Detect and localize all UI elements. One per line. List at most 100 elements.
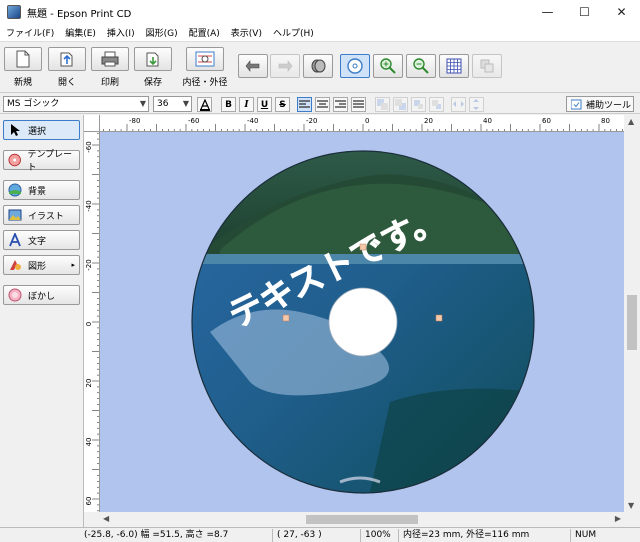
grid-button[interactable] xyxy=(439,54,469,78)
diameter-label: 内径・外径 xyxy=(182,78,228,88)
align-justify-icon xyxy=(353,100,364,108)
align-center-button[interactable] xyxy=(315,97,330,112)
zoom-in-button[interactable] xyxy=(373,54,403,78)
flip-horizontal-button[interactable] xyxy=(451,97,466,112)
ruler-tick-label: -60 xyxy=(188,117,199,125)
font-name-select[interactable]: MS ゴシック ▼ xyxy=(3,96,149,112)
scroll-left-icon[interactable]: ◀ xyxy=(103,514,109,523)
horizontal-scroll-thumb[interactable] xyxy=(306,515,418,524)
disc-view-button[interactable] xyxy=(340,54,370,78)
open-button[interactable] xyxy=(48,47,86,71)
ruler-tick-label: 60 xyxy=(85,497,93,506)
backward-button[interactable] xyxy=(429,97,444,112)
text-color-button[interactable] xyxy=(197,97,212,112)
template-icon xyxy=(8,153,21,167)
scroll-up-icon[interactable]: ▲ xyxy=(628,117,634,126)
ruler-tick-label: 20 xyxy=(424,117,433,125)
undo-arrow-icon xyxy=(245,60,260,72)
font-name-value: MS ゴシック xyxy=(7,99,60,109)
ruler-tick-label: -20 xyxy=(85,259,93,270)
italic-button[interactable]: I xyxy=(239,97,254,112)
template-tool-button[interactable]: テンプレート xyxy=(3,150,80,173)
underline-button[interactable]: U xyxy=(257,97,272,112)
text-tool-button[interactable]: 文字 xyxy=(3,230,80,250)
flip-vertical-icon xyxy=(473,99,479,110)
backward-icon xyxy=(432,100,441,109)
save-label: 保存 xyxy=(143,78,162,88)
flip-horizontal-icon xyxy=(453,101,464,107)
shape-tool-label: 図形 xyxy=(28,261,47,272)
align-right-button[interactable] xyxy=(333,97,348,112)
align-right-icon xyxy=(335,100,346,108)
horizontal-ruler-ticks: -80 -60 -40 -20 0 20 40 60 80 xyxy=(103,117,623,131)
align-left-icon xyxy=(299,100,310,108)
horizontal-ruler: -80 -60 -40 -20 0 20 40 60 80 xyxy=(100,115,624,132)
menu-file[interactable]: ファイル(F) xyxy=(6,26,54,39)
blur-tool-button[interactable]: ぼかし xyxy=(3,285,80,305)
menu-arrange[interactable]: 配置(A) xyxy=(189,26,220,39)
menu-bar: ファイル(F) 編集(E) 挿入(I) 図形(G) 配置(A) 表示(V) ヘル… xyxy=(0,24,640,41)
grid-icon xyxy=(446,58,462,74)
new-button[interactable] xyxy=(4,47,42,71)
shape-tool-button[interactable]: 図形 ▸ xyxy=(3,255,80,275)
menu-view[interactable]: 表示(V) xyxy=(231,26,262,39)
ruler-tick-label: -60 xyxy=(85,141,93,152)
zoom-out-button[interactable] xyxy=(406,54,436,78)
font-size-select[interactable]: 36 ▼ xyxy=(153,96,192,112)
status-diameters: 内径=23 mm, 外径=116 mm xyxy=(398,529,568,542)
blur-icon xyxy=(8,288,22,302)
layout-button[interactable] xyxy=(472,54,502,78)
disc-view-icon xyxy=(347,58,363,74)
horizontal-scrollbar[interactable]: ◀ ▶ xyxy=(100,512,624,527)
bold-button[interactable]: B xyxy=(221,97,236,112)
bring-front-button[interactable] xyxy=(375,97,390,112)
flip-vertical-button[interactable] xyxy=(469,97,484,112)
send-back-button[interactable] xyxy=(393,97,408,112)
shape-icon xyxy=(10,260,21,270)
selection-handle[interactable] xyxy=(359,243,367,251)
align-left-button[interactable] xyxy=(297,97,312,112)
main-toolbar: 新規 開く 印刷 保存 内径・外径 xyxy=(0,41,640,93)
selection-handle[interactable] xyxy=(282,314,290,322)
undo-button[interactable] xyxy=(238,54,268,78)
design-canvas[interactable]: テキストです。 xyxy=(100,132,624,512)
save-button[interactable] xyxy=(134,47,172,71)
menu-insert[interactable]: 挿入(I) xyxy=(107,26,135,39)
vertical-scrollbar[interactable]: ▲ ▼ xyxy=(624,115,640,512)
align-justify-button[interactable] xyxy=(351,97,366,112)
tool-sidebar: 選択 テンプレート 背景 イラスト 文字 図形 ▸ ぼかし xyxy=(0,115,84,527)
window-title: 無題 - Epson Print CD xyxy=(27,8,132,20)
new-label: 新規 xyxy=(13,78,32,88)
minimize-button[interactable]: — xyxy=(529,0,566,24)
maximize-button[interactable]: ☐ xyxy=(566,0,603,24)
forward-button[interactable] xyxy=(411,97,426,112)
submenu-arrow-icon: ▸ xyxy=(71,261,75,269)
open-label: 開く xyxy=(57,78,76,88)
ruler-tick-label: 20 xyxy=(85,379,93,388)
menu-help[interactable]: ヘルプ(H) xyxy=(273,26,314,39)
disc-preview[interactable]: テキストです。 xyxy=(100,132,624,512)
cd-layer-button[interactable] xyxy=(303,54,333,78)
assist-tool-button[interactable]: 補助ツール xyxy=(566,96,634,112)
redo-button[interactable] xyxy=(270,54,300,78)
new-document-icon xyxy=(16,50,30,68)
diameter-button[interactable] xyxy=(186,47,224,71)
background-tool-button[interactable]: 背景 xyxy=(3,180,80,200)
print-button[interactable] xyxy=(91,47,129,71)
vertical-scroll-thumb[interactable] xyxy=(627,295,637,350)
close-button[interactable]: ✕ xyxy=(603,0,640,24)
text-icon xyxy=(9,233,21,247)
illustration-tool-button[interactable]: イラスト xyxy=(3,205,80,225)
strikethrough-button[interactable]: S xyxy=(275,97,290,112)
menu-edit[interactable]: 編集(E) xyxy=(65,26,96,39)
open-folder-icon xyxy=(60,52,73,67)
selection-handle[interactable] xyxy=(435,314,443,322)
menu-shape[interactable]: 図形(G) xyxy=(146,26,178,39)
status-cursor: ( 27, -63 ) xyxy=(272,529,358,542)
font-size-value: 36 xyxy=(157,99,169,109)
background-tool-label: 背景 xyxy=(28,186,47,197)
select-tool-button[interactable]: 選択 xyxy=(3,120,80,140)
print-label: 印刷 xyxy=(100,78,119,88)
scroll-down-icon[interactable]: ▼ xyxy=(628,501,634,510)
scroll-right-icon[interactable]: ▶ xyxy=(615,514,621,523)
